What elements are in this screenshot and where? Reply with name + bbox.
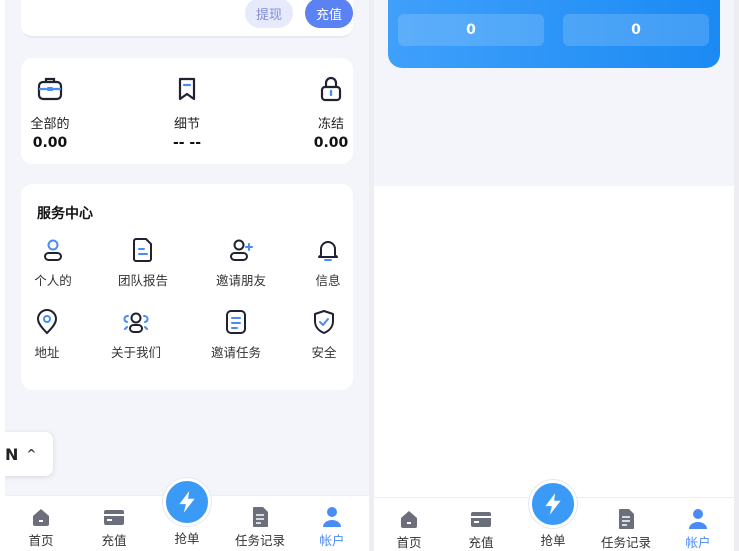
stat-box-2: 0 (563, 14, 709, 46)
tab-label: 首页 (396, 535, 422, 550)
service-item-personal[interactable]: 个人的 (18, 236, 88, 289)
service-item-security[interactable]: 安全 (289, 308, 359, 361)
balance-label: 全部的 (30, 117, 70, 132)
briefcase-icon (37, 77, 63, 101)
right-header-area: 0 0 (374, 0, 734, 186)
balance-value: 0.00 (313, 135, 349, 151)
tab-label: 帐户 (685, 535, 711, 550)
tab-recharge[interactable]: 充值 (84, 496, 144, 549)
file-icon (619, 509, 634, 529)
left-pane: 提现 充值 全部的 0.00 细节 -- -- 冻结 0.00 服务中心 个人的… (5, 0, 369, 551)
tab-grab-order[interactable]: 抢单 (157, 478, 217, 547)
service-item-label: 信息 (315, 273, 341, 288)
wallet-card: 提现 充值 (21, 0, 353, 38)
user-icon (323, 507, 341, 527)
lock-icon (320, 76, 342, 102)
lightning-icon (545, 493, 561, 515)
balance-details[interactable]: 细节 -- -- (165, 74, 209, 151)
bottom-tab-bar: 首页 充值 抢单 任务记录 帐户 (374, 480, 734, 551)
service-item-label: 邀请朋友 (215, 273, 266, 288)
tab-account[interactable]: 帐户 (668, 498, 728, 551)
service-center-card: 服务中心 个人的 团队报告 邀请朋友 信息 地址 关于我们 邀请任务 安全 (21, 184, 353, 390)
balance-value: 0.00 (32, 135, 68, 151)
service-item-label: 邀请任务 (210, 345, 261, 360)
language-code: N (5, 444, 19, 464)
tab-task-records[interactable]: 任务记录 (230, 496, 290, 549)
balance-label: 细节 (173, 117, 200, 132)
bottom-tab-bar: 首页 充值 抢单 任务记录 帐户 (5, 478, 369, 551)
stat-box-1: 0 (398, 14, 544, 46)
balance-frozen[interactable]: 冻结 0.00 (311, 74, 351, 151)
lightning-icon (179, 491, 195, 513)
person-icon (44, 239, 62, 261)
file-icon (253, 507, 268, 527)
home-icon (401, 511, 417, 528)
tab-label: 首页 (28, 533, 54, 548)
location-pin-icon (36, 309, 58, 335)
service-item-address[interactable]: 地址 (12, 308, 82, 361)
right-edge (734, 0, 739, 551)
tab-label: 帐户 (319, 533, 345, 548)
tab-label: 抢单 (174, 531, 200, 546)
tab-grab-order[interactable]: 抢单 (523, 480, 583, 549)
chevron-up-icon: ^ (26, 447, 37, 461)
right-pane: 0 0 首页 充值 抢单 任务记录 帐户 (374, 0, 734, 551)
task-list-icon (226, 310, 246, 334)
add-friend-icon (230, 239, 253, 261)
service-item-label: 关于我们 (110, 345, 161, 360)
team-icon (123, 312, 149, 333)
user-icon (689, 509, 707, 529)
home-icon (33, 509, 49, 526)
grab-order-button[interactable] (163, 478, 211, 526)
document-icon (133, 238, 152, 262)
tab-account[interactable]: 帐户 (302, 496, 362, 549)
withdraw-button[interactable]: 提现 (245, 0, 293, 28)
service-item-invite-task[interactable]: 邀请任务 (201, 308, 271, 361)
shield-icon (314, 310, 334, 334)
tab-label: 抢单 (540, 533, 566, 548)
service-item-label: 地址 (34, 345, 60, 360)
service-center-title: 服务中心 (37, 206, 93, 222)
service-item-label: 个人的 (34, 273, 72, 288)
service-item-label: 团队报告 (117, 273, 168, 288)
tab-home[interactable]: 首页 (11, 496, 71, 549)
card-icon (471, 512, 491, 527)
grab-order-button[interactable] (529, 480, 577, 528)
bookmark-icon (178, 77, 196, 101)
tab-home[interactable]: 首页 (379, 498, 439, 551)
tab-label: 任务记录 (600, 535, 651, 550)
tab-label: 充值 (468, 535, 494, 550)
service-item-about-us[interactable]: 关于我们 (101, 308, 171, 361)
tab-recharge[interactable]: 充值 (451, 498, 511, 551)
service-item-messages[interactable]: 信息 (293, 236, 363, 289)
language-switcher[interactable]: N ^ (5, 432, 53, 476)
balance-total[interactable]: 全部的 0.00 (27, 74, 73, 151)
balance-card: 全部的 0.00 细节 -- -- 冻结 0.00 (21, 58, 353, 164)
tab-label: 任务记录 (234, 533, 285, 548)
recharge-button[interactable]: 充值 (305, 0, 353, 28)
balance-value: -- -- (172, 135, 202, 151)
card-icon (104, 510, 124, 525)
service-item-label: 安全 (311, 345, 337, 360)
balance-label: 冻结 (317, 117, 344, 132)
tab-label: 充值 (101, 533, 127, 548)
bell-icon (318, 241, 338, 261)
tab-task-records[interactable]: 任务记录 (596, 498, 656, 551)
service-item-invite-friends[interactable]: 邀请朋友 (206, 236, 276, 289)
account-stats-card: 0 0 (388, 0, 720, 68)
service-item-team-report[interactable]: 团队报告 (108, 236, 178, 289)
